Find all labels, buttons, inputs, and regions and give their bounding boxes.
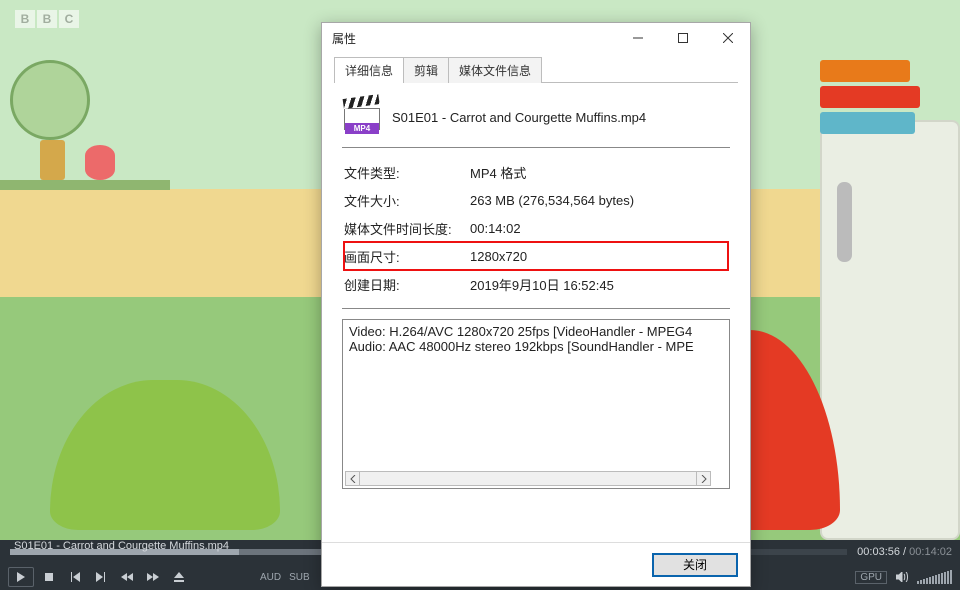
bbc-logo: BBC (15, 10, 79, 28)
label-dimensions: 画面尺寸: (344, 247, 470, 266)
codec-info-box[interactable]: Video: H.264/AVC 1280x720 25fps [VideoHa… (342, 319, 730, 489)
minimize-button[interactable] (615, 24, 660, 52)
dialog-title: 属性 (332, 30, 615, 47)
eject-button[interactable] (168, 567, 190, 587)
maximize-icon (678, 33, 688, 43)
play-icon (16, 572, 26, 582)
label-created: 创建日期: (344, 275, 470, 294)
codec-video-line: Video: H.264/AVC 1280x720 25fps [VideoHa… (349, 324, 723, 339)
forward-button[interactable] (142, 567, 164, 587)
meta-grid: 文件类型: MP4 格式 文件大小: 263 MB (276,534,564 b… (342, 148, 730, 309)
label-duration: 媒体文件时间长度: (344, 219, 470, 238)
play-button[interactable] (8, 567, 34, 587)
chevron-right-icon (701, 475, 707, 483)
value-duration: 00:14:02 (470, 221, 728, 236)
properties-dialog: 属性 详细信息 剪辑 媒体文件信息 MP4 S01E01 - Carrot an… (321, 22, 751, 587)
next-button[interactable] (90, 567, 112, 587)
gpu-button[interactable]: GPU (855, 571, 887, 584)
close-window-button[interactable] (705, 24, 750, 52)
rewind-icon (121, 573, 133, 581)
tab-strip: 详细信息 剪辑 媒体文件信息 (334, 57, 738, 83)
speaker-icon (896, 572, 908, 582)
label-filetype: 文件类型: (344, 163, 470, 182)
chevron-left-icon (350, 475, 356, 483)
mp4-file-icon: MP4 (344, 99, 380, 135)
mute-button[interactable] (891, 567, 913, 587)
scroll-left-button[interactable] (345, 471, 360, 486)
value-dimensions: 1280x720 (470, 249, 728, 264)
scrollbar-track[interactable] (360, 471, 696, 486)
audio-track-button[interactable]: AUD (258, 572, 283, 583)
close-icon (723, 33, 733, 43)
file-name: S01E01 - Carrot and Courgette Muffins.mp… (392, 110, 646, 125)
label-filesize: 文件大小: (344, 191, 470, 210)
value-filetype: MP4 格式 (470, 163, 728, 182)
value-filesize: 263 MB (276,534,564 bytes) (470, 193, 728, 208)
maximize-button[interactable] (660, 24, 705, 52)
subtitle-button[interactable]: SUB (287, 572, 312, 583)
scroll-right-button[interactable] (696, 471, 711, 486)
scene-jar (40, 140, 65, 180)
tab-details[interactable]: 详细信息 (334, 57, 404, 83)
eject-icon (174, 572, 184, 582)
current-file-label: S01E01 - Carrot and Courgette Muffins.mp… (14, 540, 229, 552)
prev-button[interactable] (64, 567, 86, 587)
stop-icon (45, 573, 53, 581)
close-button[interactable]: 关闭 (652, 553, 738, 577)
tab-clip[interactable]: 剪辑 (403, 57, 449, 83)
fast-forward-icon (147, 573, 159, 581)
rewind-button[interactable] (116, 567, 138, 587)
skip-forward-icon (96, 572, 106, 582)
scene-fridge (820, 120, 960, 540)
dialog-footer: 关闭 (322, 542, 750, 586)
value-created: 2019年9月10日 16:52:45 (470, 275, 728, 294)
volume-slider[interactable] (917, 570, 952, 584)
dialog-titlebar[interactable]: 属性 (322, 23, 750, 53)
skip-back-icon (70, 572, 80, 582)
time-display: 00:03:56 / 00:14:02 (857, 546, 960, 558)
time-total: 00:14:02 (909, 546, 952, 558)
scene-shelf-items (820, 60, 920, 134)
minimize-icon (633, 33, 643, 43)
tab-mediainfo[interactable]: 媒体文件信息 (448, 57, 542, 83)
scene-bowl-green (50, 380, 280, 530)
stop-button[interactable] (38, 567, 60, 587)
scene-shelf (0, 180, 170, 190)
scene-jar (85, 145, 115, 180)
scene-clock (10, 60, 90, 140)
time-current: 00:03:56 (857, 546, 900, 558)
codec-audio-line: Audio: AAC 48000Hz stereo 192kbps [Sound… (349, 339, 723, 354)
